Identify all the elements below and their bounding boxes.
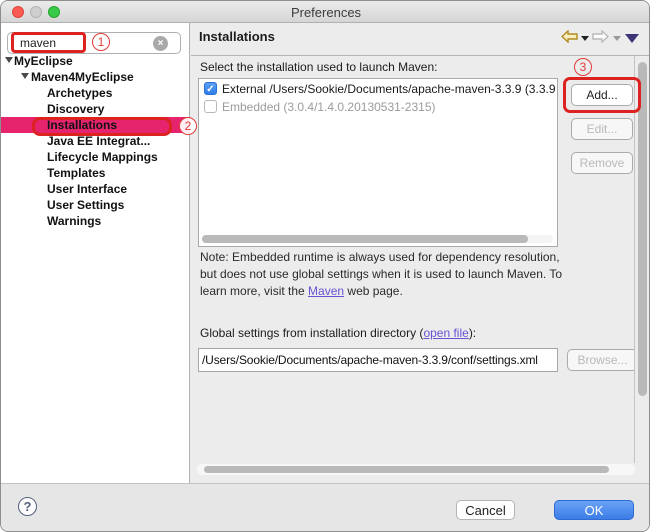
annotation-number-2: 2 bbox=[179, 117, 197, 135]
embedded-runtime-note: Note: Embedded runtime is always used fo… bbox=[200, 249, 566, 300]
sidebar: × MyEclipse Maven4MyEclipse Archetypes D… bbox=[1, 23, 190, 483]
select-installation-label: Select the installation used to launch M… bbox=[200, 60, 437, 74]
panel-vertical-scrollbar[interactable] bbox=[634, 56, 650, 463]
installations-pane: Installations Select the installation us… bbox=[191, 23, 650, 483]
tree-item-label: Maven4MyEclipse bbox=[31, 69, 134, 85]
edit-button[interactable]: Edit... bbox=[571, 118, 633, 140]
search-clear-icon[interactable]: × bbox=[153, 36, 168, 51]
preferences-window: Preferences × MyEclipse Maven4MyEclipse … bbox=[0, 0, 650, 532]
list-horizontal-scrollbar[interactable] bbox=[202, 235, 553, 243]
global-settings-text: Global settings from installation direct… bbox=[200, 326, 423, 340]
title-bar: Preferences bbox=[1, 1, 650, 23]
open-file-link[interactable]: open file bbox=[423, 326, 468, 340]
tree-item-installations[interactable]: Installations bbox=[1, 117, 190, 133]
back-icon[interactable] bbox=[561, 30, 578, 43]
annotation-number-3: 3 bbox=[574, 58, 592, 76]
tree-item-templates[interactable]: Templates bbox=[1, 165, 190, 181]
tree-item-maven4myeclipse[interactable]: Maven4MyEclipse bbox=[1, 69, 190, 85]
header-divider bbox=[191, 55, 650, 56]
list-item-embedded[interactable]: Embedded (3.0.4/1.4.0.20130531-2315) bbox=[199, 99, 557, 115]
forward-icon bbox=[592, 30, 609, 43]
scrollbar-thumb[interactable] bbox=[204, 466, 609, 473]
scrollbar-thumb[interactable] bbox=[202, 235, 528, 243]
panel-horizontal-scrollbar[interactable] bbox=[197, 464, 635, 475]
tree-item-label: Archetypes bbox=[47, 85, 112, 101]
tree-item-label: Warnings bbox=[47, 213, 101, 229]
checkbox-unchecked-icon[interactable] bbox=[204, 100, 217, 113]
help-icon[interactable]: ? bbox=[18, 497, 37, 516]
browse-button[interactable]: Browse... bbox=[567, 349, 638, 371]
tree-item-label: User Interface bbox=[47, 181, 127, 197]
list-item-external[interactable]: ✓ External /Users/Sookie/Documents/apach… bbox=[199, 81, 557, 97]
tree-item-label: User Settings bbox=[47, 197, 124, 213]
preferences-tree: MyEclipse Maven4MyEclipse Archetypes Dis… bbox=[1, 53, 190, 229]
tree-item-lifecycle-mappings[interactable]: Lifecycle Mappings bbox=[1, 149, 190, 165]
global-settings-text: ): bbox=[469, 326, 476, 340]
tree-item-label: Templates bbox=[47, 165, 105, 181]
installations-list: ✓ External /Users/Sookie/Documents/apach… bbox=[198, 78, 558, 247]
tree-item-warnings[interactable]: Warnings bbox=[1, 213, 190, 229]
ok-button[interactable]: OK bbox=[554, 500, 634, 520]
footer-bar: ? Cancel OK bbox=[1, 483, 650, 532]
page-title: Installations bbox=[199, 29, 275, 44]
disclosure-triangle-icon[interactable] bbox=[5, 57, 13, 63]
installation-label: Embedded (3.0.4/1.4.0.20130531-2315) bbox=[222, 99, 436, 115]
maven-link[interactable]: Maven bbox=[308, 284, 344, 298]
note-text: web page. bbox=[344, 284, 403, 298]
cancel-button[interactable]: Cancel bbox=[456, 500, 515, 520]
tree-item-user-interface[interactable]: User Interface bbox=[1, 181, 190, 197]
tree-item-user-settings[interactable]: User Settings bbox=[1, 197, 190, 213]
global-settings-label: Global settings from installation direct… bbox=[200, 326, 476, 340]
view-menu-icon[interactable] bbox=[625, 34, 639, 43]
tree-item-label: Java EE Integrat... bbox=[47, 133, 150, 149]
scrollbar-thumb[interactable] bbox=[638, 62, 647, 396]
back-dropdown-icon[interactable] bbox=[581, 36, 589, 41]
tree-item-archetypes[interactable]: Archetypes bbox=[1, 85, 190, 101]
installation-label: External /Users/Sookie/Documents/apache-… bbox=[222, 81, 556, 97]
checkbox-checked-icon[interactable]: ✓ bbox=[204, 82, 217, 95]
tree-item-java-ee-integration[interactable]: Java EE Integrat... bbox=[1, 133, 190, 149]
tree-item-label: Installations bbox=[47, 117, 117, 133]
add-button[interactable]: Add... bbox=[571, 84, 633, 106]
tree-item-myeclipse[interactable]: MyEclipse bbox=[1, 53, 190, 69]
annotation-number-1: 1 bbox=[92, 33, 110, 51]
tree-item-label: MyEclipse bbox=[14, 53, 73, 69]
settings-path-field[interactable]: /Users/Sookie/Documents/apache-maven-3.3… bbox=[198, 348, 558, 372]
remove-button[interactable]: Remove bbox=[571, 152, 633, 174]
tree-item-label: Discovery bbox=[47, 101, 104, 117]
forward-dropdown-icon bbox=[613, 36, 621, 41]
disclosure-triangle-icon[interactable] bbox=[21, 73, 29, 79]
tree-item-discovery[interactable]: Discovery bbox=[1, 101, 190, 117]
window-title: Preferences bbox=[1, 5, 650, 20]
tree-item-label: Lifecycle Mappings bbox=[47, 149, 158, 165]
